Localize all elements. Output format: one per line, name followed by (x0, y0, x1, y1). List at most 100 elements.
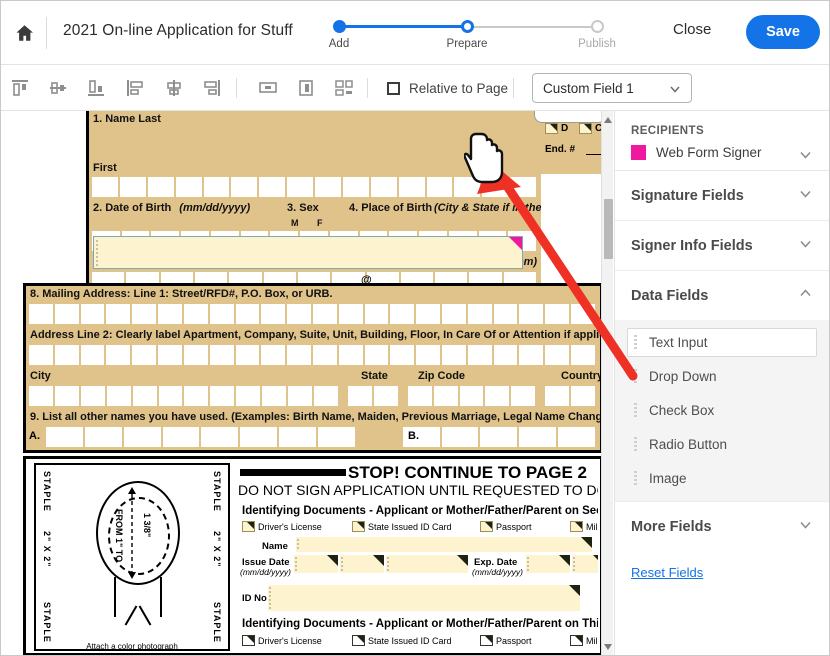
checkbox-box[interactable] (242, 521, 255, 532)
align-bottom-icon[interactable] (81, 74, 111, 102)
chevron-up-icon[interactable] (798, 286, 813, 306)
custom-field-select[interactable]: Custom Field 1 (532, 73, 692, 103)
checkbox-box[interactable] (570, 635, 583, 646)
form-cell (312, 304, 337, 324)
form-cell (459, 386, 484, 406)
canvas-scrollbar-thumb[interactable] (604, 199, 613, 259)
relative-to-page-checkbox[interactable] (387, 82, 400, 95)
close-button[interactable]: Close (673, 21, 711, 38)
section-data-fields[interactable]: Data Fields (615, 271, 829, 320)
form-field-id-no[interactable] (268, 585, 580, 611)
drag-handle-icon[interactable] (634, 403, 637, 418)
data-field-label: Image (649, 471, 687, 486)
form-field-name[interactable] (296, 537, 592, 552)
scroll-down-icon[interactable] (602, 640, 614, 654)
checkbox-d[interactable]: D (545, 123, 568, 134)
data-field-image[interactable]: Image (627, 464, 817, 493)
checkbox-passport[interactable]: Passport (480, 521, 564, 532)
checkbox-box[interactable] (570, 521, 583, 532)
checkbox-military[interactable]: Military (570, 521, 598, 532)
form-cell (571, 386, 596, 406)
form-cell (390, 304, 415, 324)
recipient-selector[interactable]: Web Form Signer (631, 145, 813, 160)
data-field-radio-button[interactable]: Radio Button (627, 430, 817, 459)
section-more-fields[interactable]: More Fields (615, 502, 829, 551)
document-section-photo-stop: STAPLE 2" X 2" STAPLE STAPLE 2" X 2" STA… (23, 456, 603, 655)
checkbox-state-id-2[interactable]: State Issued ID Card (352, 635, 474, 646)
form-cell (467, 345, 492, 365)
checkbox-c[interactable]: C (579, 123, 602, 134)
field-grip-handle[interactable] (96, 240, 98, 267)
toolbar-separator-1 (236, 78, 237, 98)
step-add[interactable]: Add (301, 15, 377, 50)
distribute-horizontal-icon[interactable] (253, 74, 283, 102)
document-canvas[interactable]: 1. Name Last First 2. Date of Birth (mm/… (1, 111, 613, 655)
match-size-icon[interactable] (329, 74, 359, 102)
form-cell (106, 386, 131, 406)
relative-to-page-toggle[interactable]: Relative to Page (387, 81, 508, 96)
form-cell (416, 345, 440, 365)
drag-handle-icon[interactable] (634, 471, 637, 486)
align-center-icon[interactable] (159, 74, 189, 102)
checkbox-box[interactable] (352, 521, 365, 532)
form-field-exp-date-1[interactable] (526, 555, 570, 573)
align-left-icon[interactable] (120, 74, 150, 102)
section-signature-fields[interactable]: Signature Fields (615, 171, 829, 221)
align-right-icon[interactable] (197, 74, 227, 102)
checkbox-drivers-license-2[interactable]: Driver's License (242, 635, 346, 646)
doc-type-checkboxes-second: Driver's License State Issued ID Card Pa… (242, 521, 598, 532)
checkbox-box[interactable] (242, 635, 255, 646)
data-field-label: Check Box (649, 403, 715, 418)
chevron-down-icon[interactable] (798, 186, 813, 206)
form-cell (480, 427, 518, 447)
checkbox-box[interactable] (352, 635, 365, 646)
align-top-icon[interactable] (5, 74, 35, 102)
checkbox-state-id[interactable]: State Issued ID Card (352, 521, 474, 532)
checkbox-drivers-license[interactable]: Driver's License (242, 521, 346, 532)
step-add-dot (332, 20, 346, 33)
distribute-vertical-icon[interactable] (291, 74, 321, 102)
data-field-text-input[interactable]: Text Input (627, 328, 817, 357)
recipient-name: Web Form Signer (656, 145, 762, 160)
step-publish[interactable]: Publish (559, 15, 635, 50)
label-sex-m: M (291, 218, 299, 228)
form-field-issue-date-1[interactable] (294, 555, 338, 573)
label-sex-f: F (317, 218, 323, 228)
stop-title: STOP! CONTINUE TO PAGE 2 (348, 463, 587, 482)
label-name: Name (262, 541, 288, 552)
checkbox-label: Driver's License (258, 635, 322, 646)
form-cell (235, 345, 260, 365)
data-field-check-box[interactable]: Check Box (627, 396, 817, 425)
scroll-up-icon[interactable] (602, 113, 614, 127)
checkbox-box[interactable] (480, 521, 493, 532)
canvas-scrollbar[interactable] (601, 111, 614, 655)
chevron-down-icon[interactable] (798, 236, 813, 256)
form-cell (482, 177, 509, 197)
checkbox-box[interactable] (480, 635, 493, 646)
form-field-issue-date-2[interactable] (340, 555, 384, 573)
checkbox-military-2[interactable]: Military (570, 635, 598, 646)
form-cell (493, 345, 518, 365)
form-cell (231, 177, 258, 197)
form-cell (209, 345, 234, 365)
checkbox-passport-2[interactable]: Passport (480, 635, 564, 646)
placed-text-input-field[interactable] (93, 236, 523, 269)
form-field-exp-date-2[interactable] (572, 555, 598, 573)
data-field-drop-down[interactable]: Drop Down (627, 362, 817, 391)
drag-handle-icon[interactable] (634, 437, 637, 452)
drag-handle-icon[interactable] (634, 335, 637, 350)
drag-handle-icon[interactable] (634, 369, 637, 384)
align-middle-icon[interactable] (43, 74, 73, 102)
shoulders-outline (114, 577, 162, 617)
form-cell (183, 345, 208, 365)
section-signer-info-fields[interactable]: Signer Info Fields (615, 221, 829, 271)
home-icon[interactable] (9, 19, 39, 47)
form-field-issue-date-3[interactable] (386, 555, 468, 573)
checkbox-c-box[interactable] (579, 123, 592, 134)
checkbox-d-box[interactable] (545, 123, 558, 134)
step-prepare[interactable]: Prepare (429, 15, 505, 50)
chevron-down-icon[interactable] (798, 147, 813, 167)
chevron-down-icon[interactable] (798, 517, 813, 537)
save-button[interactable]: Save (746, 15, 820, 49)
reset-fields-link[interactable]: Reset Fields (615, 551, 829, 594)
